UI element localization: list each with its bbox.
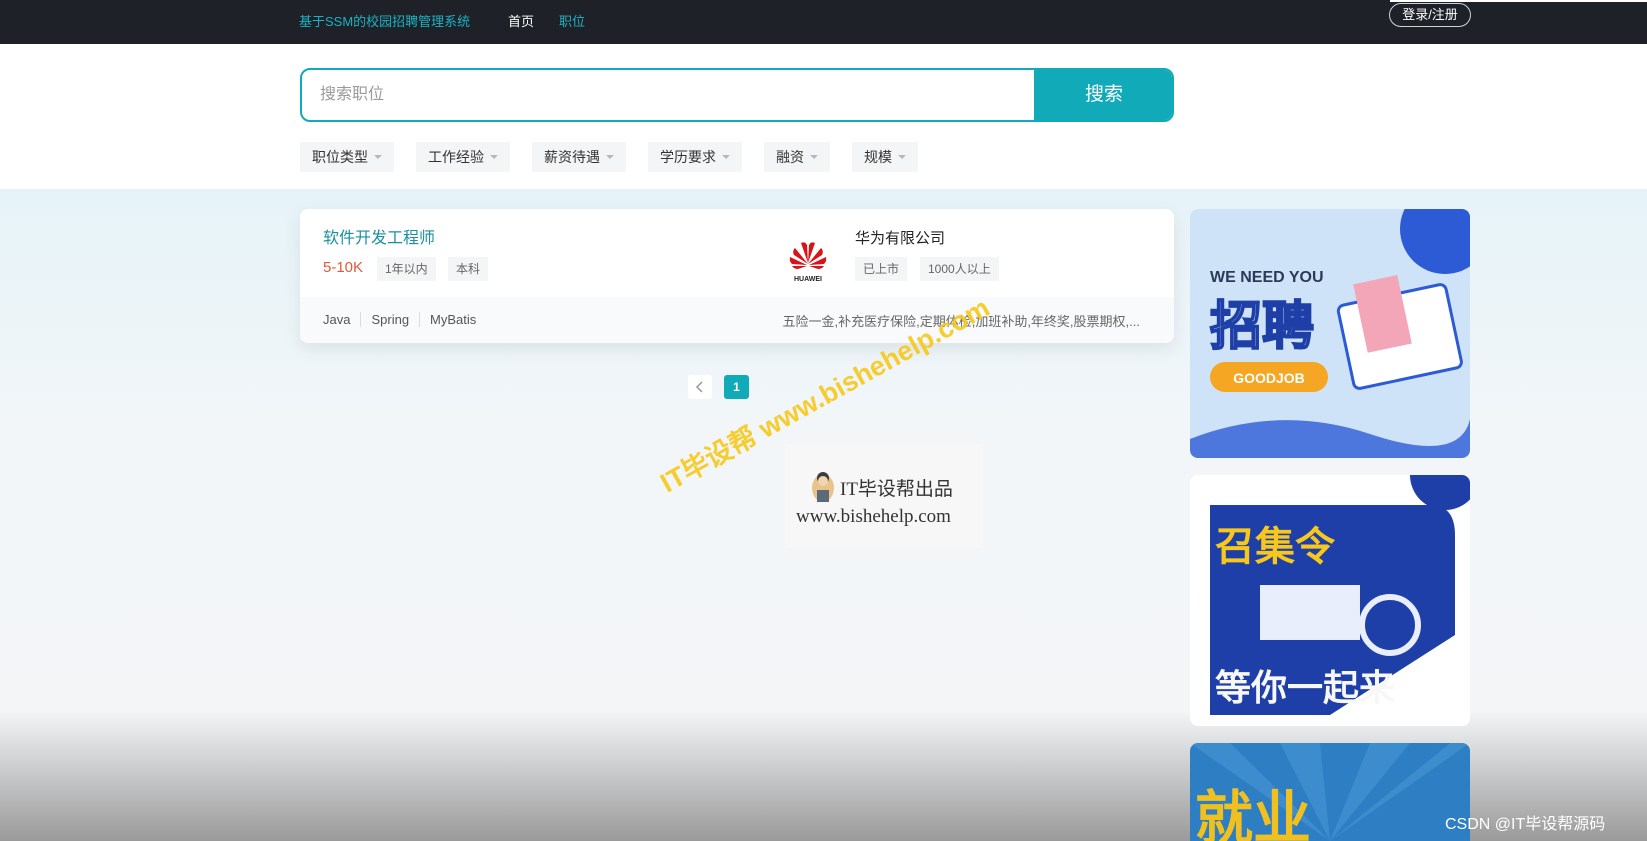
chevron-left-icon [695, 381, 703, 393]
banner-text: WE NEED YOU [1210, 269, 1324, 286]
logo-text: HUAWEI [794, 276, 822, 283]
filter-label: 工作经验 [428, 149, 484, 165]
banner-text: 召集令 [1215, 524, 1336, 570]
education-tag: 本科 [448, 257, 489, 281]
skill-tag: MyBatis [419, 312, 486, 327]
employment-banner[interactable]: 就业 [1190, 743, 1470, 841]
caret-down-icon [374, 155, 382, 159]
top-nav: 基于SSM的校园招聘管理系统 首页 职位 登录/注册 [0, 0, 1647, 44]
top-right-strip [1390, 0, 1647, 2]
filter-experience[interactable]: 工作经验 [416, 142, 510, 172]
stamp-title: IT毕设帮出品 [840, 479, 953, 500]
filter-job-type[interactable]: 职位类型 [300, 142, 394, 172]
stamp-url: www.bishehelp.com [796, 506, 951, 527]
caret-down-icon [722, 155, 730, 159]
company-status-tag: 已上市 [855, 257, 908, 281]
banner-text: 就业 [1195, 784, 1311, 841]
job-card-footer: Java Spring MyBatis 五险一金,补充医疗保险,定期体检,加班补… [300, 297, 1174, 343]
caret-down-icon [606, 155, 614, 159]
search-button[interactable]: 搜索 [1034, 70, 1172, 120]
company-size-tag: 1000人以上 [920, 257, 999, 281]
person-icon [812, 472, 834, 502]
search-input[interactable] [302, 70, 1034, 120]
filter-scale[interactable]: 规模 [852, 142, 918, 172]
banner-text: 等你一起来 [1215, 668, 1395, 709]
nav-home[interactable]: 首页 [508, 11, 534, 30]
filter-financing[interactable]: 融资 [764, 142, 830, 172]
filter-label: 规模 [864, 149, 892, 165]
job-salary: 5-10K [323, 259, 364, 276]
filter-label: 融资 [776, 149, 804, 165]
prev-page-button[interactable] [688, 375, 712, 399]
company-name[interactable]: 华为有限公司 [855, 227, 945, 248]
skill-list: Java Spring MyBatis [323, 312, 486, 327]
filter-education[interactable]: 学历要求 [648, 142, 742, 172]
filter-salary[interactable]: 薪资待遇 [532, 142, 626, 172]
filter-label: 学历要求 [660, 149, 716, 165]
recruit-banner[interactable]: WE NEED YOU 招聘 GOODJOB [1190, 209, 1470, 458]
huawei-logo-icon: HUAWEI [789, 242, 827, 283]
caret-down-icon [810, 155, 818, 159]
skill-tag: Spring [360, 312, 419, 327]
caret-down-icon [898, 155, 906, 159]
filter-label: 职位类型 [312, 149, 368, 165]
banner-text: GOODJOB [1233, 370, 1305, 386]
job-title[interactable]: 软件开发工程师 [323, 224, 435, 248]
login-register-button[interactable]: 登录/注册 [1389, 3, 1471, 27]
bishehelp-stamp: IT毕设帮出品 www.bishehelp.com [785, 444, 983, 548]
caret-down-icon [490, 155, 498, 159]
brand-link[interactable]: 基于SSM的校园招聘管理系统 [299, 11, 470, 30]
csdn-watermark: CSDN @IT毕设帮源码 [1445, 816, 1606, 833]
nav-jobs[interactable]: 职位 [559, 11, 585, 30]
banner-text: 招聘 [1210, 297, 1314, 357]
skill-tag: Java [323, 312, 351, 327]
filter-label: 薪资待遇 [544, 149, 600, 165]
experience-tag: 1年以内 [377, 257, 436, 281]
join-banner[interactable]: 召集令 等你一起来 [1190, 475, 1470, 726]
page-number-current[interactable]: 1 [724, 375, 749, 399]
search-bar: 搜索 [300, 68, 1174, 122]
filter-bar: 职位类型 工作经验 薪资待遇 学历要求 融资 规模 [300, 142, 940, 172]
